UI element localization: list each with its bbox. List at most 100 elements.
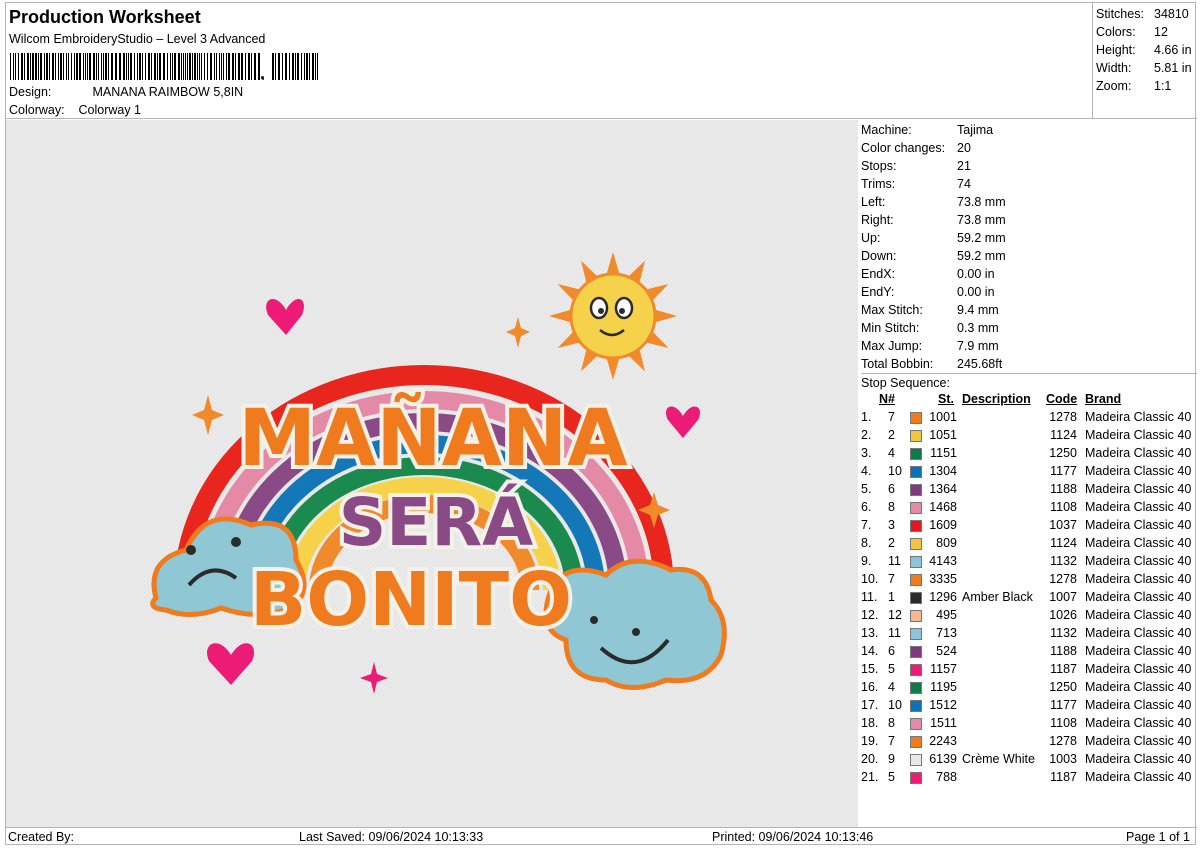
stitch-count: 1512 bbox=[929, 698, 957, 712]
color-swatch bbox=[910, 628, 922, 640]
worksheet-frame: Production Worksheet Wilcom EmbroiderySt… bbox=[5, 2, 1197, 845]
thread-code: 1187 bbox=[1050, 770, 1077, 784]
color-swatch bbox=[910, 556, 922, 568]
last-saved: Last Saved: 09/06/2024 10:13:33 bbox=[299, 830, 484, 844]
property-row: Trims: 74 bbox=[861, 177, 971, 191]
property-label: Min Stitch: bbox=[861, 321, 920, 335]
needle-number: 11 bbox=[888, 554, 901, 568]
thread-brand: Madeira Classic 40 bbox=[1085, 680, 1192, 694]
needle-number: 4 bbox=[888, 446, 895, 460]
summary-height: Height: 4.66 in bbox=[1096, 43, 1192, 57]
property-row: EndY: 0.00 in bbox=[861, 285, 995, 299]
needle-number: 9 bbox=[888, 752, 895, 766]
stop-index: 17. bbox=[861, 698, 879, 712]
design-row: Design: MANANA RAIMBOW 5,8IN bbox=[9, 85, 243, 99]
property-label: Left: bbox=[861, 195, 886, 209]
thread-code: 1124 bbox=[1050, 428, 1077, 442]
stitch-count: 809 bbox=[936, 536, 957, 550]
stitch-count: 2243 bbox=[929, 734, 957, 748]
stitch-count: 1195 bbox=[930, 680, 957, 694]
table-row: 14. 6 524 1188 Madeira Classic 40 bbox=[859, 644, 1197, 662]
table-row: 20. 9 6139 Crème White 1003 Madeira Classic 4… bbox=[859, 752, 1197, 770]
property-row: Machine: Tajima bbox=[861, 123, 993, 137]
thread-brand: Madeira Classic 40 bbox=[1085, 752, 1192, 766]
stop-index: 10. bbox=[861, 572, 879, 586]
stitch-count: 1151 bbox=[930, 446, 957, 460]
thread-brand: Madeira Classic 40 bbox=[1085, 590, 1192, 604]
thread-code: 1132 bbox=[1050, 554, 1077, 568]
needle-number: 7 bbox=[888, 410, 895, 424]
property-row: Total Bobbin: 245.68ft bbox=[861, 357, 1002, 371]
needle-number: 8 bbox=[888, 716, 895, 730]
property-label: Up: bbox=[861, 231, 881, 245]
table-row: 18. 8 1511 1108 Madeira Classic 40 bbox=[859, 716, 1197, 734]
color-swatch bbox=[910, 736, 922, 748]
table-row: 16. 4 1195 1250 Madeira Classic 40 bbox=[859, 680, 1197, 698]
color-swatch bbox=[910, 448, 922, 460]
stitch-count: 1296 bbox=[929, 590, 957, 604]
thread-brand: Madeira Classic 40 bbox=[1085, 464, 1192, 478]
thread-brand: Madeira Classic 40 bbox=[1085, 626, 1192, 640]
machine-info-panel: Machine: Tajima Color changes: 20 Stops: 21 Tr… bbox=[859, 120, 1197, 827]
thread-brand: Madeira Classic 40 bbox=[1085, 482, 1192, 496]
stitch-count: 4143 bbox=[929, 554, 957, 568]
thread-code: 1007 bbox=[1049, 590, 1077, 604]
property-row: Max Jump: 7.9 mm bbox=[861, 339, 999, 353]
thread-brand: Madeira Classic 40 bbox=[1085, 554, 1192, 568]
needle-number: 8 bbox=[888, 500, 895, 514]
property-value: 0.00 in bbox=[957, 267, 995, 281]
thread-brand: Madeira Classic 40 bbox=[1085, 536, 1192, 550]
needle-number: 1 bbox=[888, 590, 895, 604]
color-swatch bbox=[910, 484, 922, 496]
colorway-label: Colorway: bbox=[9, 103, 65, 117]
needle-number: 5 bbox=[888, 662, 895, 676]
property-value: 73.8 mm bbox=[957, 213, 1006, 227]
header-brand: Brand bbox=[1085, 392, 1122, 406]
stitch-count: 495 bbox=[936, 608, 957, 622]
property-row: Stops: 21 bbox=[861, 159, 971, 173]
needle-number: 2 bbox=[888, 536, 895, 550]
stop-index: 2. bbox=[861, 428, 872, 442]
table-row: 8. 2 809 1124 Madeira Classic 40 bbox=[859, 536, 1197, 554]
stitch-count: 1468 bbox=[929, 500, 957, 514]
svg-text:,: , bbox=[260, 63, 265, 80]
needle-number: 3 bbox=[888, 518, 895, 532]
property-row: Up: 59.2 mm bbox=[861, 231, 1006, 245]
header-code: Code bbox=[1046, 392, 1078, 406]
color-swatch bbox=[910, 646, 922, 658]
thread-brand: Madeira Classic 40 bbox=[1085, 518, 1192, 532]
thread-code: 1250 bbox=[1049, 446, 1077, 460]
stop-index: 20. bbox=[861, 752, 879, 766]
color-swatch bbox=[910, 430, 922, 442]
thread-code: 1037 bbox=[1049, 518, 1077, 532]
table-row: 21. 5 788 1187 Madeira Classic 40 bbox=[859, 770, 1197, 788]
needle-number: 4 bbox=[888, 680, 895, 694]
header-n: N# bbox=[879, 392, 895, 406]
thread-brand: Madeira Classic 40 bbox=[1085, 500, 1192, 514]
table-row: 2. 2 1051 1124 Madeira Classic 40 bbox=[859, 428, 1197, 446]
thread-code: 1177 bbox=[1050, 464, 1077, 478]
stitch-count: 1304 bbox=[929, 464, 957, 478]
color-swatch bbox=[910, 772, 922, 784]
stitch-count: 1511 bbox=[930, 716, 957, 730]
property-row: Color changes: 20 bbox=[861, 141, 971, 155]
summary-panel: Stitches: 34810 Colors: 12 Height: 4.66 in … bbox=[1093, 3, 1197, 119]
lettering-line3: BONITO bbox=[250, 557, 572, 643]
property-row: Down: 59.2 mm bbox=[861, 249, 1006, 263]
color-swatch bbox=[910, 664, 922, 676]
color-swatch bbox=[910, 520, 922, 532]
thread-code: 1177 bbox=[1050, 698, 1077, 712]
needle-number: 6 bbox=[888, 482, 895, 496]
property-label: Down: bbox=[861, 249, 897, 263]
property-value: 20 bbox=[957, 141, 971, 155]
property-value: 59.2 mm bbox=[957, 231, 1006, 245]
stop-sequence-header: N# St. Description Code Brand bbox=[859, 392, 1197, 408]
color-swatch bbox=[910, 700, 922, 712]
stop-sequence-label: Stop Sequence: bbox=[861, 373, 1197, 390]
thread-code: 1187 bbox=[1050, 662, 1077, 676]
design-preview: MAÑANA SERÁ BONITO bbox=[6, 120, 858, 827]
thread-brand: Madeira Classic 40 bbox=[1085, 716, 1192, 730]
property-label: Stops: bbox=[861, 159, 897, 173]
thread-brand: Madeira Classic 40 bbox=[1085, 698, 1192, 712]
thread-description: Crème White bbox=[962, 752, 1035, 766]
